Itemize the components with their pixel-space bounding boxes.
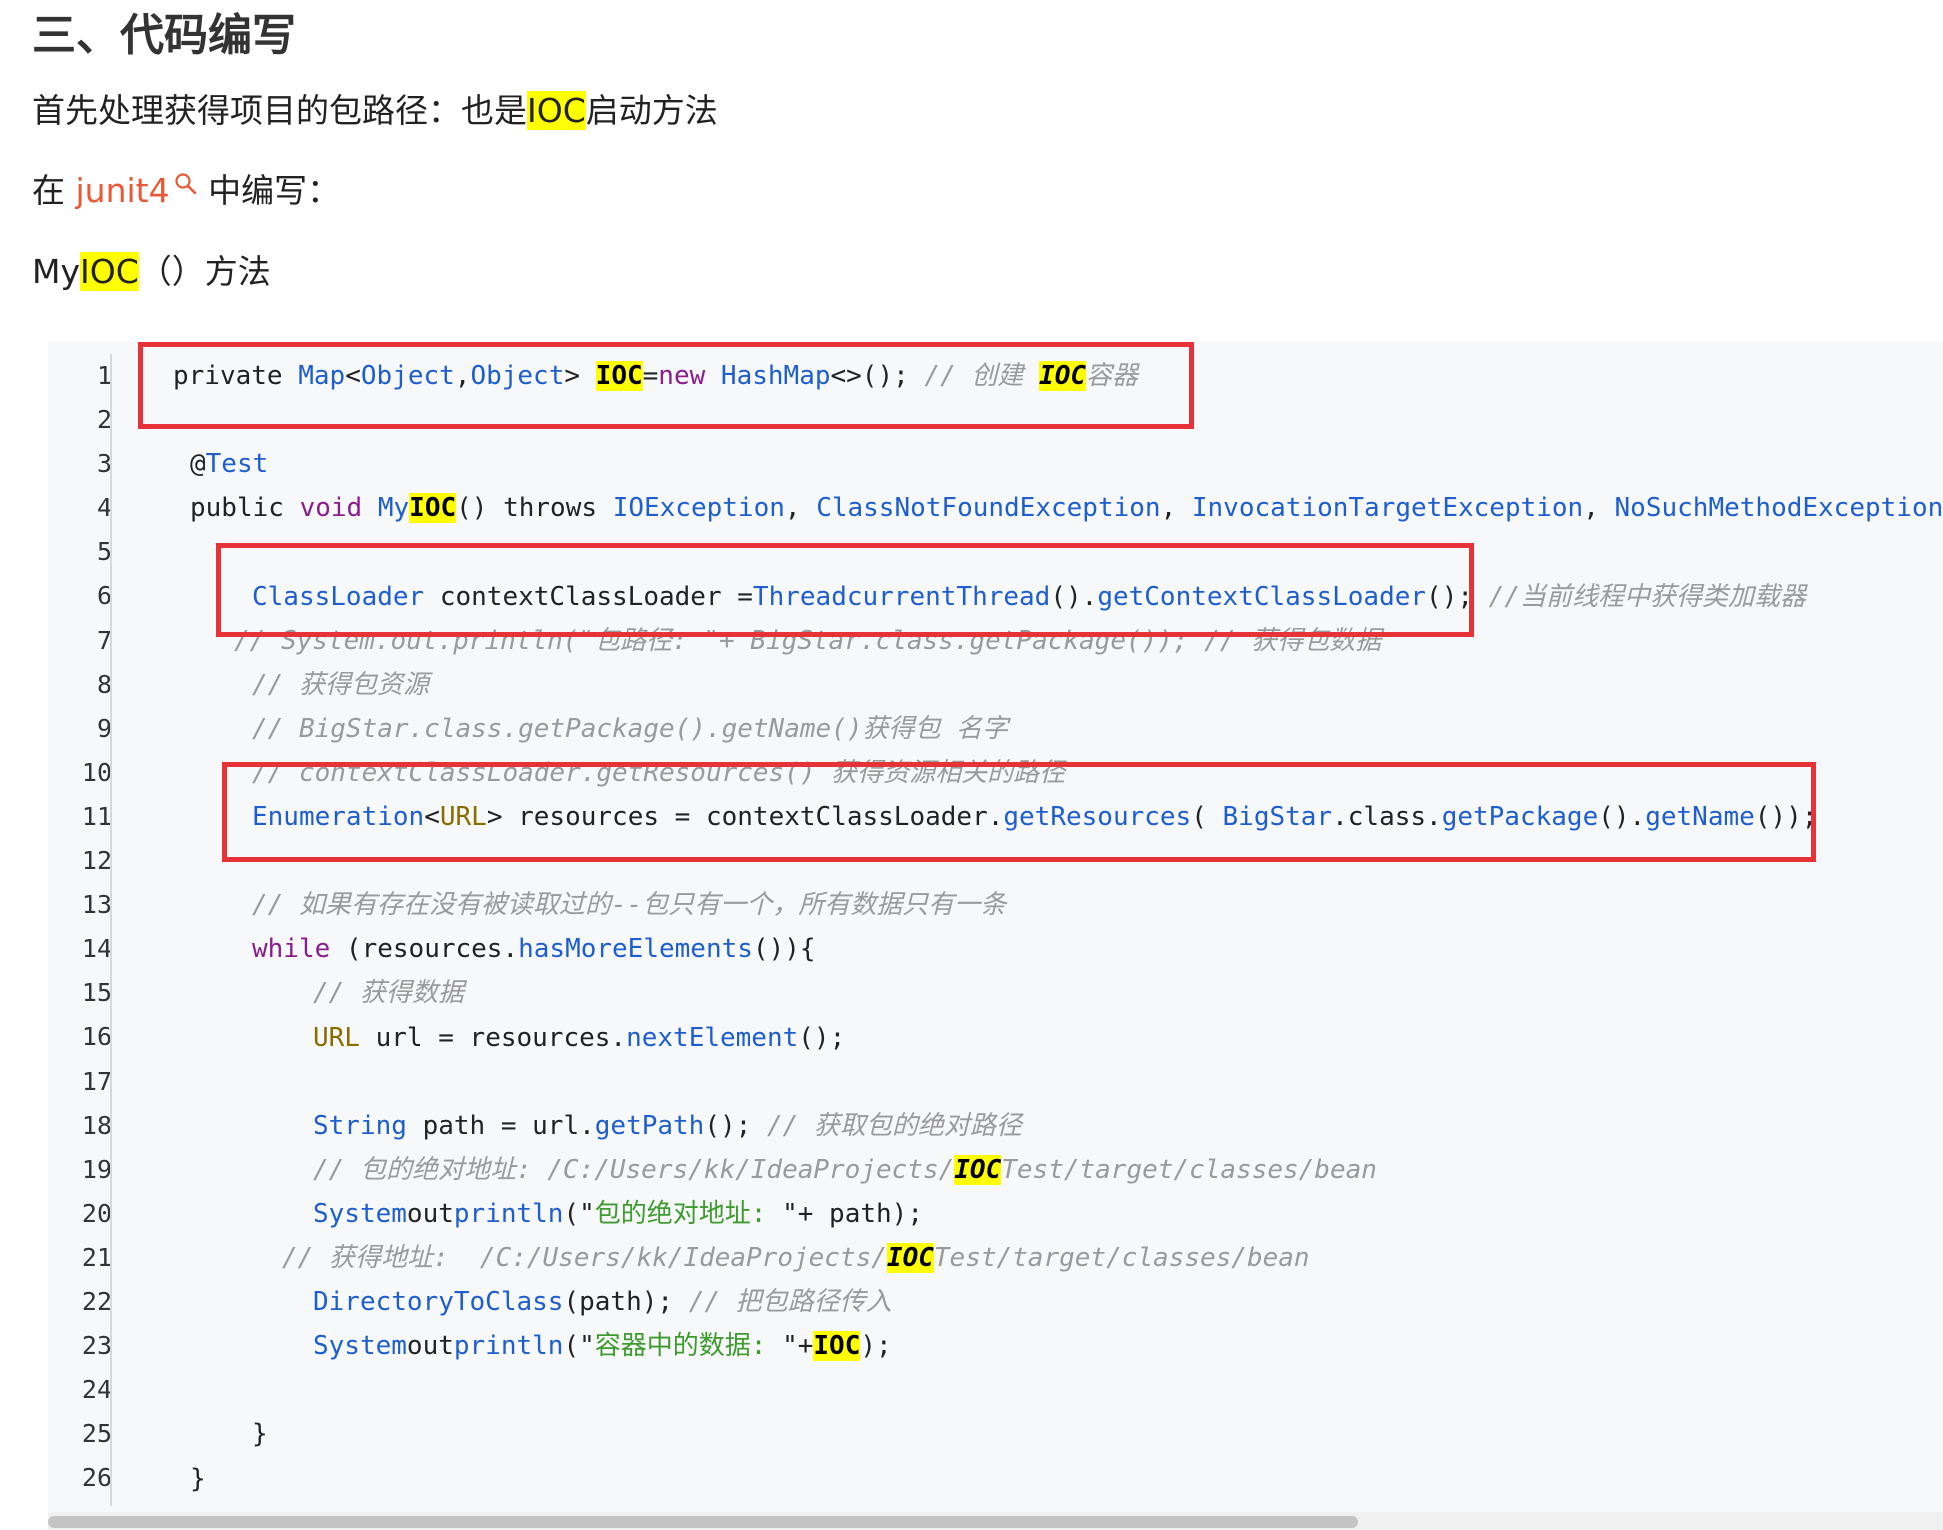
search-icon[interactable] xyxy=(174,172,198,196)
code-line-21: // 获得地址: /C:/Users/kk/IdeaProjects/IOCTe… xyxy=(282,1243,1310,1273)
code-line-16: URL url = resources.nextElement(); xyxy=(313,1022,846,1053)
code-line-13: // 如果有存在没有被读取过的--包只有一个，所有数据只有一条 xyxy=(252,890,1007,921)
code-line-11: Enumeration<URL> resources = contextClas… xyxy=(252,802,1818,832)
page-heading: 三、代码编写 xyxy=(32,10,296,61)
method-highlight-ioc: IOC xyxy=(80,252,139,291)
line-number-gutter: 1 2 3 4 5 6 7 8 9 10 11 12 13 14 15 16 1… xyxy=(48,354,112,1500)
code-line-8: // 获得包资源 xyxy=(252,669,429,700)
code-line-14: while (resources.hasMoreElements()){ xyxy=(252,934,816,965)
code-line-15: // 获得数据 xyxy=(313,978,464,1009)
line-number: 6 xyxy=(96,581,112,611)
line-number: 24 xyxy=(81,1375,112,1405)
line-number: 4 xyxy=(96,493,112,523)
junit4-link-label: junit4 xyxy=(75,171,170,210)
line-number: 21 xyxy=(81,1242,112,1272)
code-line-22: DirectoryToClass(path); // 把包路径传入 xyxy=(313,1287,892,1318)
line-number: 17 xyxy=(81,1066,112,1096)
code-line-20: Systemoutprintln("包的绝对地址: "+ path); xyxy=(313,1198,923,1229)
code-line-18: String path = url.getPath(); // 获取包的绝对路径 xyxy=(313,1110,1022,1141)
code-line-3: @Test xyxy=(190,449,269,480)
line-number: 15 xyxy=(81,978,112,1008)
intro-highlight-ioc: IOC xyxy=(527,91,586,130)
line-number: 23 xyxy=(81,1331,112,1361)
line-number: 19 xyxy=(81,1154,112,1184)
intro-text-b: 启动方法 xyxy=(585,91,718,130)
junit4-link[interactable]: junit4 xyxy=(76,171,198,210)
code-line-10: // contextClassLoader.getResources() 获得资… xyxy=(252,757,1066,788)
code-line-1: private Map<Object,Object> IOC=new HashM… xyxy=(173,361,1139,391)
line-number: 16 xyxy=(81,1022,112,1052)
line-number: 2 xyxy=(96,405,112,435)
line-number: 3 xyxy=(96,449,112,479)
line-number: 1 xyxy=(96,361,112,390)
code-line-6: ClassLoader contextClassLoader =Threadcu… xyxy=(252,581,1806,612)
intro-text-a: 首先处理获得项目的包路径：也是 xyxy=(32,91,527,130)
method-text-a: My xyxy=(32,252,81,291)
line-number: 5 xyxy=(96,537,112,567)
code-line-25: } xyxy=(252,1419,268,1450)
line-number: 13 xyxy=(81,890,112,920)
code-line-4: public void MyIOC() throws IOException, … xyxy=(190,493,1943,524)
line-number: 26 xyxy=(81,1463,112,1493)
code-block: 1 2 3 4 5 6 7 8 9 10 11 12 13 14 15 16 1… xyxy=(48,342,1943,1530)
line-number: 8 xyxy=(96,669,112,699)
code-line-9: // BigStar.class.getPackage().getName()获… xyxy=(252,713,1009,744)
junit-text-b: 中编写： xyxy=(197,171,341,210)
scrollbar-thumb[interactable] xyxy=(48,1516,1358,1528)
line-number: 10 xyxy=(81,757,112,787)
method-paragraph: MyIOC（）方法 xyxy=(32,249,271,295)
line-number: 25 xyxy=(81,1419,112,1449)
line-number: 11 xyxy=(81,801,112,831)
junit-text-a: 在 xyxy=(32,171,76,210)
line-number: 12 xyxy=(81,846,112,876)
line-number: 7 xyxy=(96,625,112,655)
code-line-26: } xyxy=(190,1463,206,1494)
code-line-7: // System.out.println("包路径: "+ BigStar.c… xyxy=(234,625,1382,656)
line-number: 14 xyxy=(81,934,112,964)
gutter-divider xyxy=(110,354,112,1506)
intro-paragraph: 首先处理获得项目的包路径：也是IOC启动方法 xyxy=(32,88,718,134)
line-number: 18 xyxy=(81,1110,112,1140)
code-line-19: // 包的绝对地址: /C:/Users/kk/IdeaProjects/IOC… xyxy=(313,1154,1377,1185)
line-number: 9 xyxy=(96,713,112,743)
code-line-23: Systemoutprintln("容器中的数据: "+IOC); xyxy=(313,1331,892,1362)
line-number: 20 xyxy=(81,1198,112,1228)
method-text-b: （）方法 xyxy=(138,252,271,291)
junit-paragraph: 在 junit4 中编写： xyxy=(32,168,340,214)
line-number: 22 xyxy=(81,1286,112,1316)
